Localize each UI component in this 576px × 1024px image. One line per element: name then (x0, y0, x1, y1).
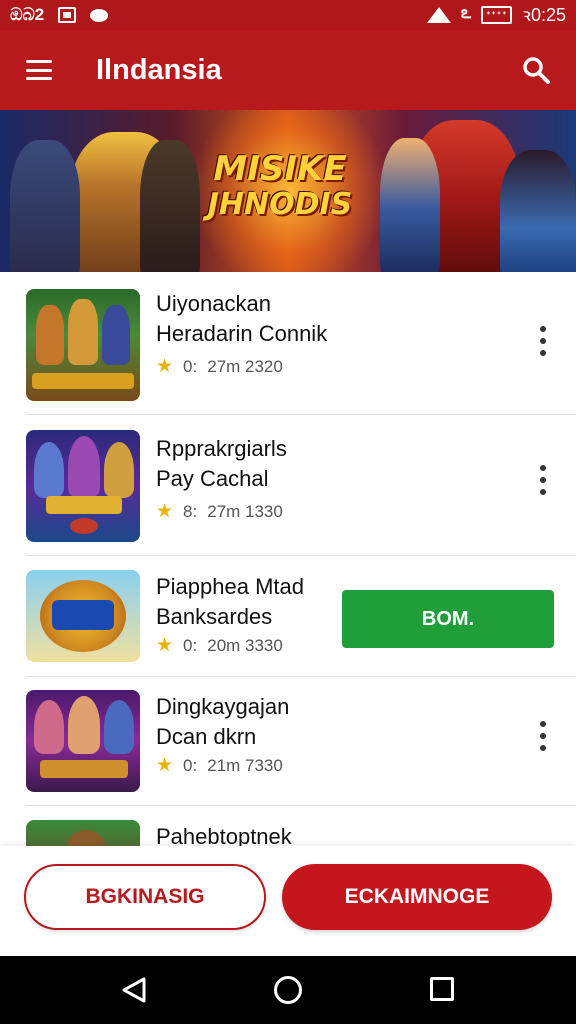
search-icon[interactable] (522, 56, 550, 84)
app-bar: Ilndansia (0, 30, 576, 110)
banner-hero-blue (380, 138, 440, 272)
rating-prefix: 0: (183, 356, 198, 376)
banner-game-logo: MISIKE JHNODIS (180, 150, 380, 222)
list-item[interactable]: Uiyonackan Heradarin Connik ★ 0: 27m 232… (0, 276, 576, 415)
banner-title-line2: JHNODIS (207, 187, 353, 222)
gallery-notification-icon (58, 7, 77, 23)
item-title-line1: Dingkaygajan (156, 694, 290, 719)
recent-apps-square-icon[interactable] (430, 977, 454, 1001)
status-bar: ඔබ2 ఽ ᐩᐩᐩᐩ ꝛ0:25 (0, 0, 576, 30)
star-icon: ★ (156, 755, 174, 776)
list-item[interactable]: Rpprakrgiarls Pay Cachal ★ 8: 27m 1330 (0, 415, 576, 556)
status-time: ꝛ0:25 (522, 5, 566, 25)
item-text: Rpprakrgiarls Pay Cachal ★ 8: 27m 1330 (156, 434, 287, 523)
app-thumbnail (26, 430, 140, 542)
rating-prefix: 8: (183, 501, 198, 521)
list-item[interactable]: Pahebtoptnek (0, 806, 576, 846)
banner-hero-girl (500, 150, 576, 272)
battery-icon: ᐩᐩᐩᐩ (481, 6, 513, 24)
rating-prefix: 0: (183, 755, 198, 775)
item-title-line1: Uiyonackan (156, 291, 271, 316)
item-title-line2: Banksardes (156, 604, 273, 629)
star-icon: ★ (156, 356, 174, 377)
rating-row: ★ 0: 27m 2320 (156, 355, 327, 378)
item-meta: 21m 7330 (207, 755, 283, 775)
primary-action-button[interactable]: ECKAIMNOGE (282, 864, 552, 930)
app-thumbnail (26, 570, 140, 662)
bottom-action-bar: BGKINASIG ECKAIMNOGE (0, 846, 576, 956)
item-text: Piapphea Mtad Banksardes ★ 0: 20m 3330 (156, 572, 304, 657)
item-meta: 20m 3330 (207, 635, 283, 655)
item-meta: 27m 2320 (207, 356, 283, 376)
hamburger-menu-icon[interactable] (26, 60, 52, 80)
more-options-icon[interactable] (536, 465, 550, 495)
app-thumbnail (26, 289, 140, 401)
status-left: ඔබ2 (10, 5, 109, 25)
rating-prefix: 0: (183, 635, 198, 655)
app-list: Uiyonackan Heradarin Connik ★ 0: 27m 232… (0, 276, 576, 846)
back-triangle-icon[interactable] (120, 976, 148, 1004)
app-thumbnail (26, 820, 140, 846)
status-glyph: ఽ (461, 3, 472, 22)
item-title-line2: Dcan dkrn (156, 724, 257, 749)
item-title-line1: Piapphea Mtad (156, 574, 304, 599)
message-notification-icon (90, 8, 109, 22)
promo-banner[interactable]: MISIKE JHNODIS (0, 110, 576, 272)
wifi-signal-icon (427, 7, 452, 23)
app-thumbnail (26, 690, 140, 792)
rating-row: ★ 0: 20m 3330 (156, 634, 304, 657)
app-title: Ilndansia (96, 54, 222, 86)
item-title-line2: Pay Cachal (156, 466, 269, 491)
list-item[interactable]: Dingkaygajan Dcan dkrn ★ 0: 21m 7330 (0, 677, 576, 806)
system-nav-bar (0, 956, 576, 1024)
item-text: Pahebtoptnek (156, 822, 292, 846)
status-carrier-text: ඔබ2 (10, 5, 45, 24)
item-title-line1: Rpprakrgiarls (156, 436, 287, 461)
item-meta: 27m 1330 (207, 501, 283, 521)
banner-title-line1: MISIKE (213, 149, 347, 189)
more-options-icon[interactable] (536, 326, 550, 356)
rating-row: ★ 8: 27m 1330 (156, 500, 287, 523)
install-button[interactable]: BOM. (342, 590, 554, 648)
more-options-icon[interactable] (536, 721, 550, 751)
star-icon: ★ (156, 501, 174, 522)
secondary-action-button[interactable]: BGKINASIG (24, 864, 266, 930)
item-title-line1: Pahebtoptnek (156, 824, 292, 846)
banner-hero-warrior (10, 140, 80, 272)
star-icon: ★ (156, 635, 174, 656)
rating-row: ★ 0: 21m 7330 (156, 754, 289, 777)
item-title-line2: Heradarin Connik (156, 321, 328, 346)
item-text: Uiyonackan Heradarin Connik ★ 0: 27m 232… (156, 289, 327, 378)
home-circle-icon[interactable] (274, 976, 302, 1004)
item-text: Dingkaygajan Dcan dkrn ★ 0: 21m 7330 (156, 692, 289, 777)
status-right: ఽ ᐩᐩᐩᐩ ꝛ0:25 (427, 3, 566, 27)
list-item[interactable]: Piapphea Mtad Banksardes ★ 0: 20m 3330 B… (0, 556, 576, 677)
